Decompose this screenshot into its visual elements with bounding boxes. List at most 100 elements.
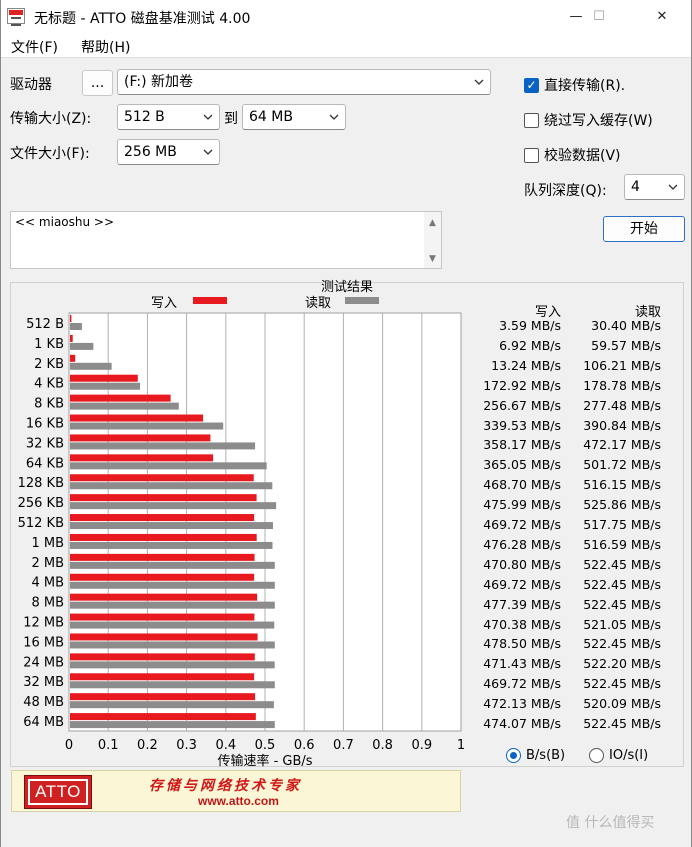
write-value: 6.92 MB/s <box>499 337 561 353</box>
x-tick-label: 0.7 <box>333 738 354 753</box>
chevron-down-icon <box>203 114 213 120</box>
read-bar <box>70 462 267 470</box>
direct-io-label: 直接传输(R). <box>544 78 626 94</box>
read-bar <box>70 442 256 450</box>
write-bar <box>70 633 258 641</box>
checkbox-icon <box>524 147 539 163</box>
atto-logo: ATTO <box>24 775 92 809</box>
x-tick-label: 0.9 <box>411 738 432 753</box>
read-value: 106.21 MB/s <box>583 357 661 373</box>
title-bar[interactable]: 无标题 - ATTO 磁盘基准测试 4.00 — ☐ ✕ <box>1 0 691 33</box>
write-value: 365.05 MB/s <box>483 457 561 473</box>
scroll-down-icon[interactable]: ▼ <box>427 254 438 264</box>
write-bar <box>70 673 255 681</box>
read-bar <box>70 402 179 410</box>
x-tick-label: 0.8 <box>372 738 393 753</box>
checkbox-checked-icon: ✓ <box>524 77 539 93</box>
scroll-up-icon[interactable]: ▲ <box>427 218 438 228</box>
queue-depth-value: 4 <box>631 179 640 195</box>
drive-select[interactable]: (F:) 新加卷 <box>117 69 491 95</box>
read-bar <box>70 362 112 370</box>
write-value: 476.28 MB/s <box>483 536 561 552</box>
write-value: 472.13 MB/s <box>483 696 561 712</box>
read-value: 522.45 MB/s <box>583 576 661 592</box>
file-size-select[interactable]: 256 MB <box>117 139 220 165</box>
transfer-from-select[interactable]: 512 B <box>117 104 220 130</box>
watermark: 值 什么值得买 <box>566 815 655 831</box>
write-bar <box>70 533 257 541</box>
y-tick-label: 2 KB <box>34 357 64 372</box>
browse-button[interactable]: ... <box>82 70 113 96</box>
read-value: 516.59 MB/s <box>583 536 661 552</box>
read-bar <box>70 522 273 530</box>
unit-io-radio[interactable]: IO/s(I) <box>589 748 648 763</box>
x-tick-label: 0.2 <box>137 738 158 753</box>
x-tick-label: 1 <box>457 738 465 753</box>
maximize-icon[interactable]: ☐ <box>576 0 622 33</box>
notes-textarea[interactable]: << miaoshu >> ▲ ▼ <box>10 211 442 269</box>
verify-label: 校验数据(V) <box>544 148 621 164</box>
read-bar <box>70 422 224 430</box>
drive-value: (F:) 新加卷 <box>124 74 194 90</box>
menu-file[interactable]: 文件(F) <box>11 37 58 57</box>
write-bar <box>70 573 255 581</box>
write-bar <box>70 434 211 442</box>
read-value: 501.72 MB/s <box>583 457 661 473</box>
read-value: 525.86 MB/s <box>583 497 661 513</box>
close-icon[interactable]: ✕ <box>639 0 685 33</box>
y-tick-label: 8 KB <box>34 397 64 412</box>
write-value: 469.72 MB/s <box>483 576 561 592</box>
read-bar <box>70 502 277 510</box>
read-value: 522.45 MB/s <box>583 636 661 652</box>
y-tick-label: 32 KB <box>26 436 64 451</box>
write-value: 13.24 MB/s <box>491 357 561 373</box>
notes-scrollbar[interactable]: ▲ ▼ <box>424 212 441 268</box>
to-label: 到 <box>224 111 238 127</box>
direct-io-checkbox[interactable]: ✓ 直接传输(R). <box>524 75 625 95</box>
file-size-label: 文件大小(F): <box>10 146 90 162</box>
write-bar <box>70 514 255 522</box>
results-chart: 0 0.1 0.2 0.3 0.4 0.5 0.6 0.7 0.8 0.9 1 传输速率 - GB/s… <box>18 312 465 768</box>
y-tick-label: 1 KB <box>34 337 64 352</box>
read-value: 59.57 MB/s <box>591 337 661 353</box>
write-value: 469.72 MB/s <box>483 517 561 533</box>
window-title: 无标题 - ATTO 磁盘基准测试 4.00 <box>34 11 251 27</box>
y-tick-label: 2 MB <box>31 556 64 571</box>
y-tick-label: 48 MB <box>23 695 64 710</box>
read-bar <box>70 323 82 330</box>
chevron-down-icon <box>474 79 484 85</box>
read-value: 521.05 MB/s <box>583 616 661 632</box>
app-icon <box>7 8 25 26</box>
read-bar <box>70 561 275 569</box>
y-tick-label: 16 KB <box>26 416 64 431</box>
banner-slogan: 存储与网络技术专家 <box>149 778 302 794</box>
write-value: 477.39 MB/s <box>483 596 561 612</box>
write-value: 474.07 MB/s <box>483 716 561 732</box>
write-bar <box>70 593 258 601</box>
write-bar <box>70 494 257 502</box>
atto-window: 无标题 - ATTO 磁盘基准测试 4.00 — ☐ ✕ 文件(F) 帮助(H)… <box>0 0 692 847</box>
write-bar <box>70 653 255 661</box>
queue-depth-label: 队列深度(Q): <box>524 183 607 199</box>
read-value: 517.75 MB/s <box>583 517 661 533</box>
start-button[interactable]: 开始 <box>603 216 685 242</box>
radio-icon <box>589 748 604 763</box>
chevron-down-icon <box>329 114 339 120</box>
menu-help[interactable]: 帮助(H) <box>81 37 130 57</box>
write-value: 478.50 MB/s <box>483 636 561 652</box>
y-tick-label: 64 MB <box>23 715 64 730</box>
bypass-cache-checkbox[interactable]: 绕过写入缓存(W) <box>524 110 653 130</box>
verify-checkbox[interactable]: 校验数据(V) <box>524 145 621 165</box>
write-bar <box>70 414 204 422</box>
read-value: 516.15 MB/s <box>583 477 661 493</box>
write-value: 475.99 MB/s <box>483 497 561 513</box>
results-panel: 测试结果 写入 读取 0 0.1 0.2 0.3 0.4 0.5 0.6 0.7 0.8 0.9 1… <box>10 280 684 768</box>
queue-depth-select[interactable]: 4 <box>624 174 685 200</box>
read-bar <box>70 621 275 629</box>
x-tick-label: 0.5 <box>255 738 276 753</box>
write-bar <box>70 613 255 621</box>
write-bar <box>70 354 76 362</box>
transfer-to-select[interactable]: 64 MB <box>242 104 346 130</box>
y-tick-label: 4 KB <box>34 377 64 392</box>
unit-bytes-radio[interactable]: B/s(B) <box>506 748 565 763</box>
